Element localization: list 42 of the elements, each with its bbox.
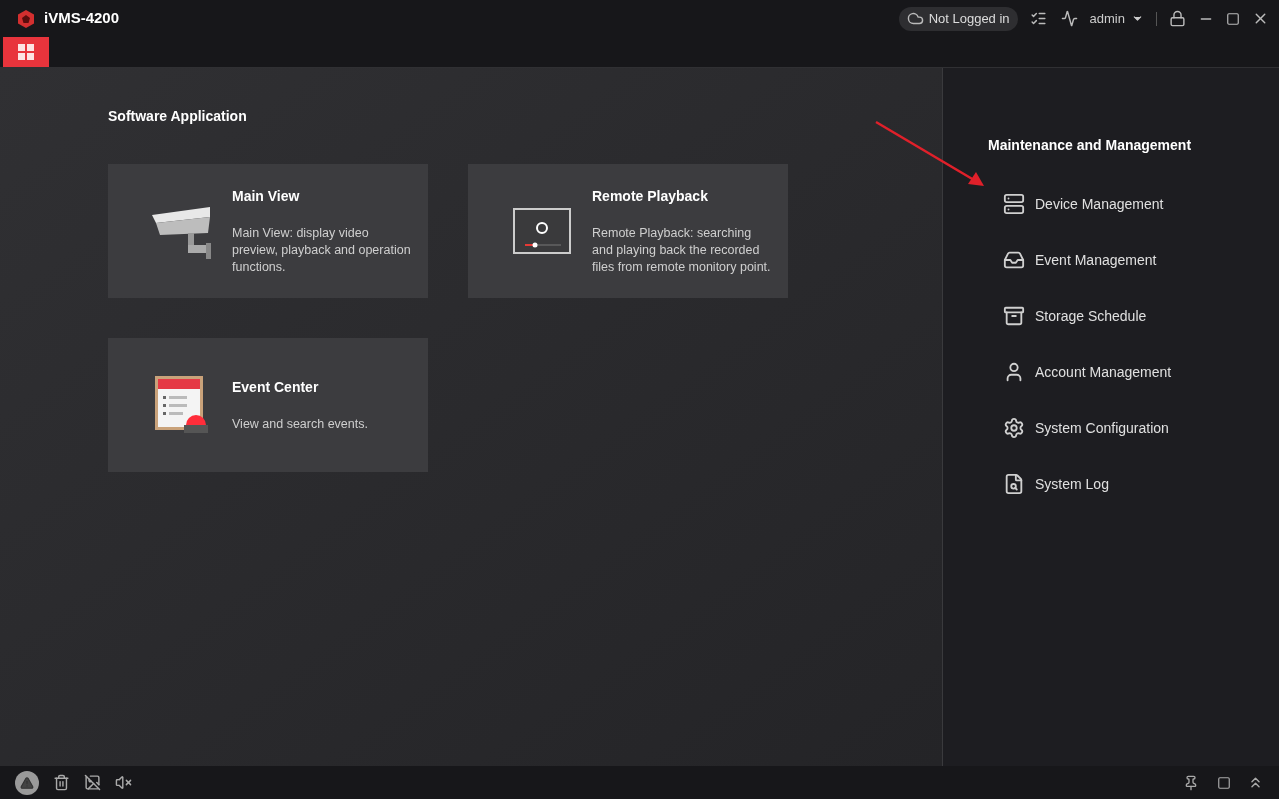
app-card-description: View and search events. [232, 416, 369, 433]
management-menu-item[interactable]: System Log [1003, 456, 1279, 512]
alarm-icon[interactable] [15, 770, 39, 795]
home-menu-button[interactable] [3, 37, 49, 67]
maximize-icon[interactable] [1226, 11, 1240, 26]
video-player-drawing [513, 208, 571, 254]
event-list-drawing [154, 375, 210, 435]
task-list-icon[interactable] [1029, 10, 1047, 27]
image-off-icon[interactable] [84, 774, 101, 791]
user-menu[interactable]: admin [1089, 8, 1144, 29]
management-menu-item[interactable]: Device Management [1003, 176, 1279, 232]
management-menu-item[interactable]: Storage Schedule [1003, 288, 1279, 344]
device-icon [1003, 193, 1025, 215]
lock-icon[interactable] [1169, 10, 1186, 27]
app-logo-icon [16, 8, 36, 29]
app-card-title: Event Center [232, 378, 320, 397]
management-menu-item[interactable]: Account Management [1003, 344, 1279, 400]
login-status-pill[interactable]: Not Logged in [898, 6, 1018, 31]
app-card-description: Remote Playback: searching and playing back the recorded files from remote monitory point. [592, 225, 772, 276]
window-icon[interactable] [1217, 775, 1231, 790]
grid-icon [18, 44, 34, 60]
mute-icon[interactable] [115, 774, 132, 791]
trash-icon[interactable] [53, 774, 70, 791]
management-menu-item[interactable]: Event Management [1003, 232, 1279, 288]
pin-icon[interactable] [1183, 774, 1199, 791]
section-title: Maintenance and Management [988, 136, 1193, 155]
app-card[interactable]: Remote Playback Remote Playback: searching and playing back the recorded files from remote monitory point. [468, 164, 788, 298]
archive-box-icon [1003, 305, 1025, 327]
monitor-graph-icon[interactable] [1060, 10, 1078, 27]
login-status-text: Not Logged in [928, 9, 1010, 28]
app-title: iVMS-4200 [44, 8, 120, 29]
app-card-title: Remote Playback [592, 187, 709, 206]
settings-icon [1003, 417, 1025, 439]
app-card[interactable]: Main View Main View: display video preview, playback and operation functions. [108, 164, 428, 298]
tray-icon [1003, 249, 1025, 271]
app-card-description: Main View: display video preview, playback and operation functions. [232, 225, 412, 276]
cloud-icon [906, 10, 924, 27]
section-title: Software Application [108, 107, 248, 126]
management-menu-item[interactable]: System Configuration [1003, 400, 1279, 456]
app-card-title: Main View [232, 187, 301, 206]
document-search-icon [1003, 473, 1025, 495]
app-card[interactable]: Event Center View and search events. [108, 338, 428, 472]
